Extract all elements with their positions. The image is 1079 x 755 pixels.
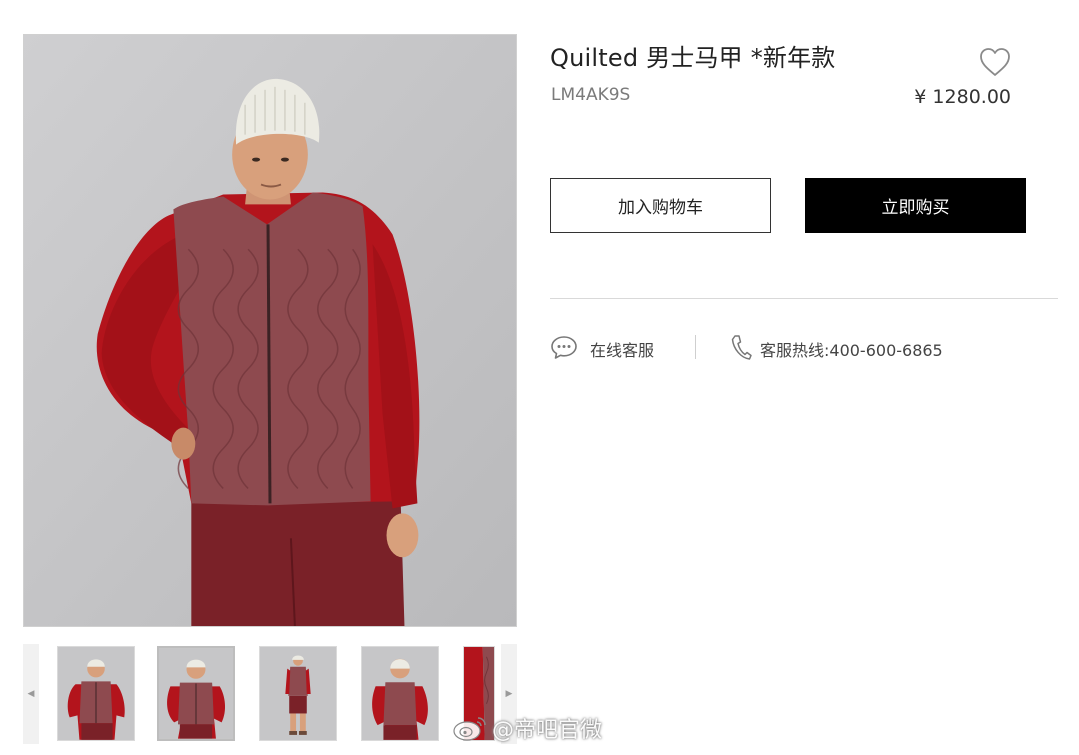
thumbnail-2[interactable] [157,646,235,741]
online-service-label: 在线客服 [590,341,655,360]
chat-bubble-icon [550,334,578,364]
separator [695,335,696,359]
product-price: ¥ 1280.00 [914,86,1011,108]
heart-icon[interactable] [978,46,1012,78]
thumbnail-4[interactable] [361,646,439,741]
buy-now-button[interactable]: 立即购买 [805,178,1026,233]
watermark-text: @帝吧官微 [492,718,603,743]
weibo-icon [452,714,488,742]
watermark: @帝吧官微 [452,712,602,744]
add-to-cart-label: 加入购物车 [618,198,703,218]
divider [550,298,1058,299]
thumbnail-1[interactable] [57,646,135,741]
hotline: 客服热线:400-600-6865 [730,333,943,365]
product-sku: LM4AK9S [551,85,631,105]
buy-now-label: 立即购买 [881,198,950,218]
online-service-link[interactable]: 在线客服 [550,334,654,364]
main-product-image[interactable] [23,34,517,627]
product-title: Quilted 男士马甲 *新年款 [550,44,836,72]
add-to-cart-button[interactable]: 加入购物车 [550,178,771,233]
thumbnail-strip: ◀ ▶ [23,644,517,744]
chevron-left-icon[interactable]: ◀ [23,644,39,744]
thumbnail-3[interactable] [259,646,337,741]
hotline-label: 客服热线:400-600-6865 [760,341,943,360]
phone-icon [730,333,752,365]
